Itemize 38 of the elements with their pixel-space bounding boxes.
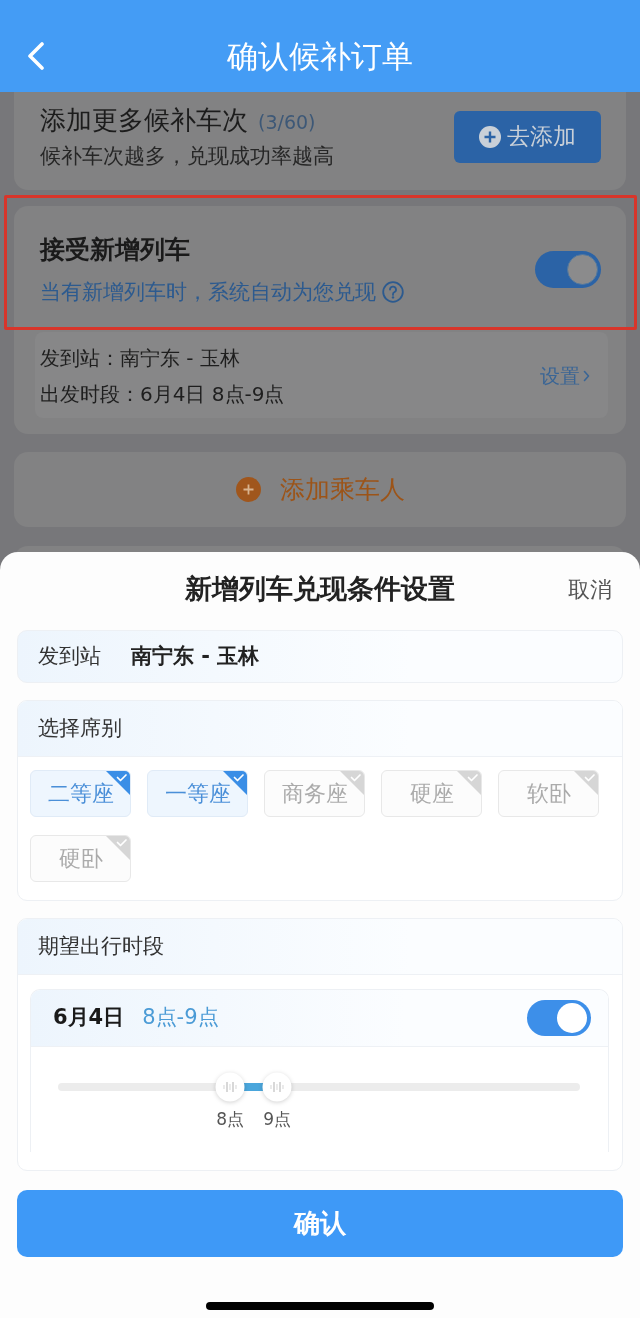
cancel-button[interactable]: 取消 <box>568 572 612 606</box>
seat-option[interactable]: 一等座 <box>147 770 248 817</box>
time-range-text: 8点-9点 <box>142 1004 219 1032</box>
date-text: 6月4日 <box>53 1004 125 1032</box>
add-trains-button[interactable]: 去添加 <box>454 110 601 163</box>
section-title: 添加更多候补车次 <box>40 104 248 137</box>
add-passenger-button[interactable]: 添加乘车人 <box>14 452 626 527</box>
check-corner-icon <box>457 771 481 795</box>
sheet-title: 新增列车兑现条件设置 <box>185 572 455 606</box>
field-label: 发到站 <box>38 642 101 670</box>
period-text: 出发时段：6月4日 8点-9点 <box>40 381 285 408</box>
plus-circle-icon <box>235 477 261 502</box>
toggle-switch[interactable] <box>527 1000 591 1036</box>
count-text: (3/60) <box>258 110 316 135</box>
seat-option[interactable]: 二等座 <box>30 770 131 817</box>
hint-text: 当有新增列车时，系统自动为您兑现 <box>40 279 376 306</box>
chevron-right-icon <box>583 370 590 382</box>
section-title: 接受新增列车 <box>40 234 191 266</box>
toggle-switch[interactable] <box>535 251 601 288</box>
route-text: 发到站：南宁东 - 玉林 <box>40 345 241 372</box>
help-icon[interactable] <box>382 281 404 303</box>
hint-text: 候补车次越多，兑现成功率越高 <box>40 143 334 170</box>
panel-header: 期望出行时段 <box>18 919 622 975</box>
confirm-button[interactable]: 确认 <box>17 1190 623 1257</box>
seat-option[interactable]: 硬卧 <box>30 835 131 882</box>
slider-label: 9点 <box>263 1108 292 1130</box>
plus-circle-icon <box>479 125 501 148</box>
check-corner-icon <box>574 771 598 795</box>
seat-option[interactable]: 硬座 <box>381 770 482 817</box>
seat-option[interactable]: 软卧 <box>498 770 599 817</box>
back-icon <box>27 42 45 70</box>
page-title: 确认候补订单 <box>226 37 414 76</box>
check-corner-icon <box>106 836 130 860</box>
panel-header: 选择席别 <box>18 701 622 757</box>
station-value: 南宁东 - 玉林 <box>131 642 260 670</box>
seat-option[interactable]: 商务座 <box>264 770 365 817</box>
slider-label: 8点 <box>216 1108 245 1130</box>
settings-link[interactable]: 设置 <box>540 361 590 391</box>
